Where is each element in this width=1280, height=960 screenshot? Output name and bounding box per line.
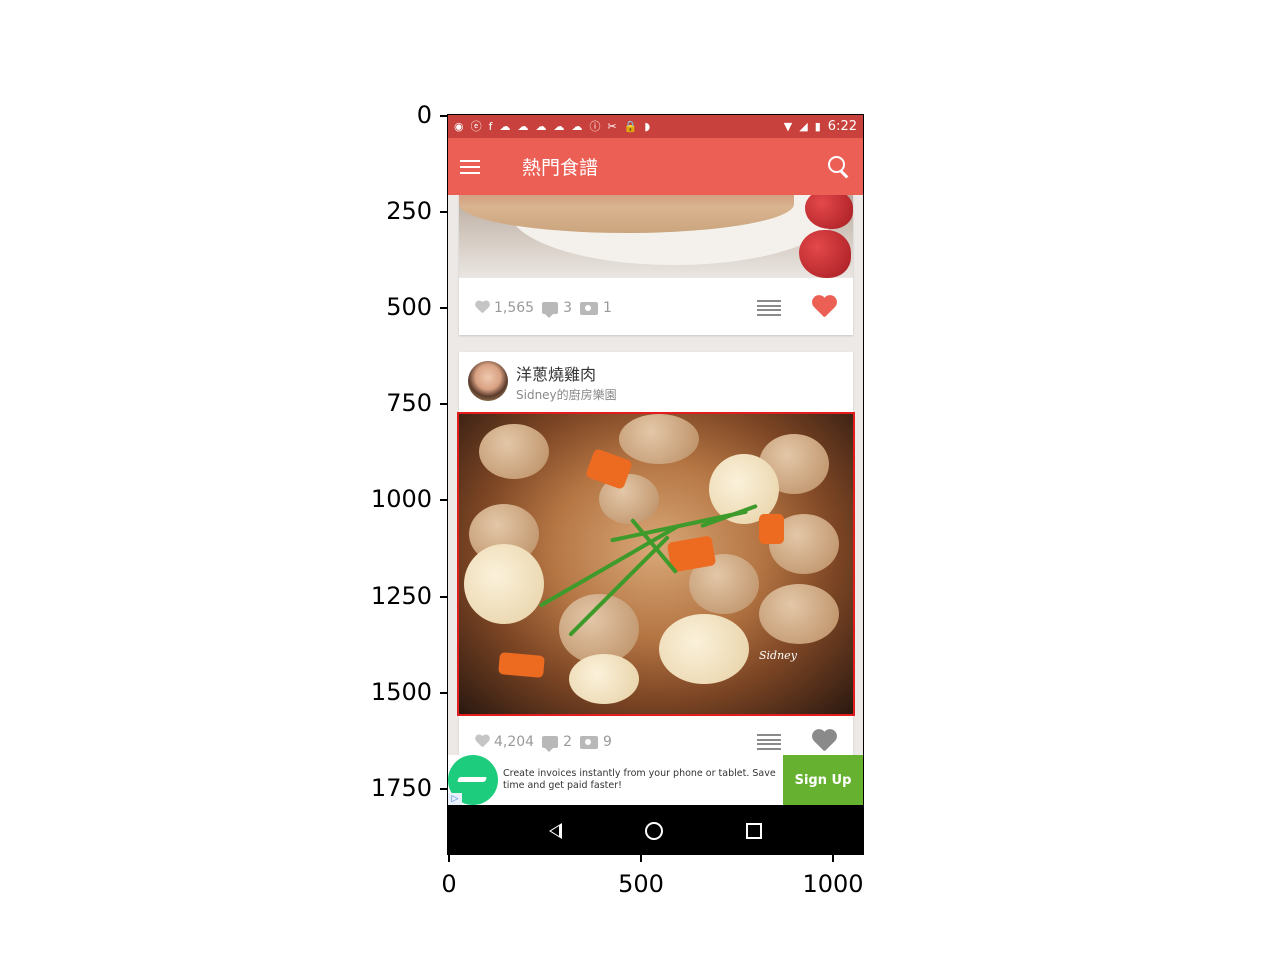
wifi-icon: ▼ xyxy=(783,120,793,133)
y-tick-label: 0 xyxy=(416,101,432,129)
y-tick-label: 750 xyxy=(386,389,432,417)
favorite-heart-icon[interactable] xyxy=(811,296,837,320)
notification-icon: ☁ xyxy=(535,120,547,133)
comment-count: 3 xyxy=(563,300,573,316)
facebook-icon: f xyxy=(488,120,493,133)
phone-screen: ◉ ⓔ f ☁ ☁ ☁ ☁ ☁ ⓘ ✂ 🔒 ◗ ▼ ◢ ▮ 6:22 熱門食譜 … xyxy=(447,114,864,855)
no-signal-icon: ◢ xyxy=(799,120,808,133)
recipe-card: 1,565 3 1 xyxy=(459,195,853,335)
y-tick-label: 1500 xyxy=(370,678,432,706)
like-count: 1,565 xyxy=(494,300,535,316)
menu-icon[interactable] xyxy=(460,159,480,174)
app-notification-icon: ◉ xyxy=(454,120,464,133)
alert-icon: ⓘ xyxy=(589,120,601,133)
x-tick-mark xyxy=(448,854,450,862)
comment-icon xyxy=(542,736,559,752)
comment-icon xyxy=(542,302,559,318)
recipe-header[interactable]: 洋蔥燒雞肉 Sidney的廚房樂園 xyxy=(459,352,853,412)
camera-icon xyxy=(580,301,599,315)
photo-count: 1 xyxy=(603,300,612,316)
search-icon[interactable] xyxy=(827,155,851,179)
photo-count: 9 xyxy=(603,734,612,750)
notification-icon: ☁ xyxy=(553,120,565,133)
camera-icon xyxy=(580,735,599,749)
x-tick-mark xyxy=(640,854,642,862)
y-tick-label: 1250 xyxy=(370,582,432,610)
y-tick-label: 250 xyxy=(386,197,432,225)
y-tick-label: 1750 xyxy=(370,774,432,802)
ad-signup-button[interactable]: Sign Up xyxy=(783,755,863,805)
browser-notification-icon: ⓔ xyxy=(470,120,482,133)
notification-icon: ☁ xyxy=(517,120,529,133)
like-count-icon xyxy=(475,301,490,315)
ad-text[interactable]: Create invoices instantly from your phon… xyxy=(503,768,783,792)
x-tick-label: 1000 xyxy=(802,870,864,898)
back-icon[interactable] xyxy=(549,822,563,839)
recipe-photo[interactable]: Sidney xyxy=(457,412,855,716)
x-tick-mark xyxy=(832,854,834,862)
avatar[interactable] xyxy=(468,361,508,401)
like-count-icon xyxy=(475,735,490,749)
recipe-title[interactable]: 洋蔥燒雞肉 xyxy=(516,361,596,385)
status-bar: ◉ ⓔ f ☁ ☁ ☁ ☁ ☁ ⓘ ✂ 🔒 ◗ ▼ ◢ ▮ 6:22 xyxy=(448,115,863,138)
recipe-stats: 1,565 3 1 xyxy=(459,290,853,326)
y-tick-label: 1000 xyxy=(370,485,432,513)
app-bar: 熱門食譜 xyxy=(448,138,863,195)
list-icon[interactable] xyxy=(757,734,781,750)
y-tick-label: 500 xyxy=(386,293,432,321)
recipe-photo[interactable] xyxy=(459,195,853,278)
android-icon: ◗ xyxy=(644,120,651,133)
home-icon[interactable] xyxy=(644,821,663,840)
battery-icon: ▮ xyxy=(814,120,821,133)
comment-count: 2 xyxy=(563,734,573,750)
adchoices-icon[interactable]: ▷ xyxy=(448,793,462,805)
ad-banner[interactable]: Create invoices instantly from your phon… xyxy=(448,755,863,805)
system-nav-bar xyxy=(448,805,863,854)
notification-icon: ☁ xyxy=(571,120,583,133)
favorite-heart-icon[interactable] xyxy=(811,730,837,754)
photo-watermark: Sidney xyxy=(759,649,797,662)
lock-icon: 🔒 xyxy=(623,120,638,133)
x-tick-label: 0 xyxy=(441,870,457,898)
page-title: 熱門食譜 xyxy=(522,157,599,179)
status-time: 6:22 xyxy=(827,119,857,134)
recipe-author[interactable]: Sidney的廚房樂園 xyxy=(516,386,617,403)
recent-apps-icon[interactable] xyxy=(745,822,762,839)
tools-icon: ✂ xyxy=(607,120,617,133)
x-tick-label: 500 xyxy=(618,870,664,898)
like-count: 4,204 xyxy=(494,734,535,750)
list-icon[interactable] xyxy=(757,300,781,316)
recipe-card: 洋蔥燒雞肉 Sidney的廚房樂園 Sidney 4,204 2 9 xyxy=(457,352,855,772)
notification-icon: ☁ xyxy=(499,120,511,133)
